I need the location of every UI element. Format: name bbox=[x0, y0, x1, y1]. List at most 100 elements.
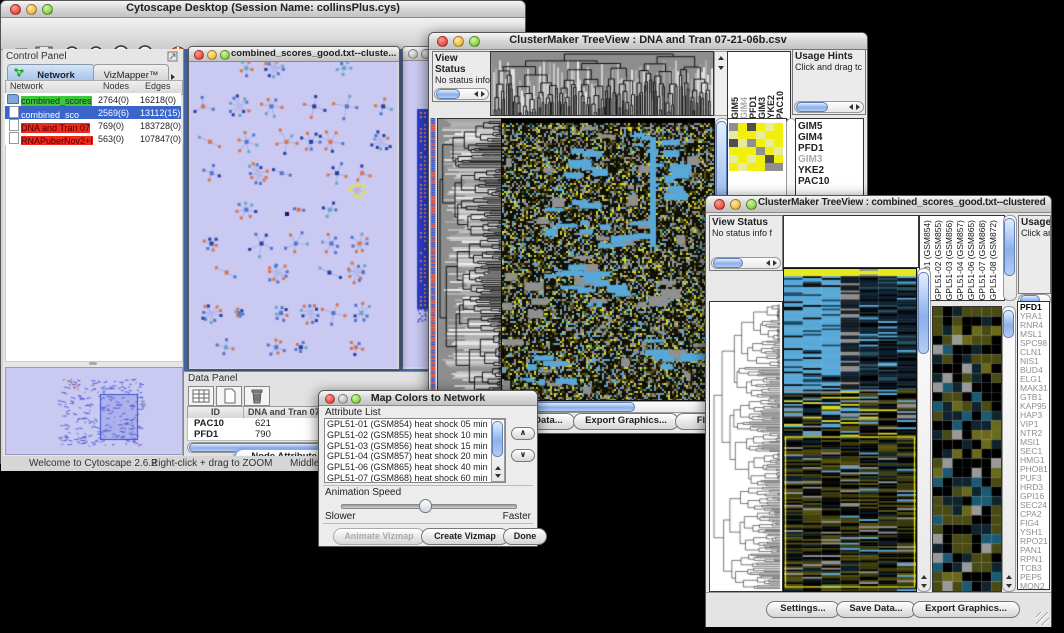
network-window-1-title: combined_scores_good.txt--cluste... bbox=[231, 48, 399, 59]
attribute-list-item[interactable]: GPL51-02 (GSM855) heat shock 10 min bbox=[327, 430, 505, 441]
network-list-row[interactable]: RNAPuberNov2+I563(0)107847(0) bbox=[5, 132, 181, 145]
tv2-zoom-vscrollbar[interactable] bbox=[1002, 306, 1016, 592]
done-button[interactable]: Done bbox=[503, 528, 547, 545]
tab-vizmapper[interactable]: VizMapper™ bbox=[93, 64, 169, 81]
view-status-title: View Status bbox=[433, 52, 490, 75]
matrix-cell bbox=[738, 131, 747, 139]
tv1-gene-label[interactable]: YKE2 bbox=[798, 165, 863, 176]
zoom-button[interactable] bbox=[220, 50, 230, 60]
matrix-cell bbox=[747, 147, 756, 155]
attribute-list[interactable]: GPL51-01 (GSM854) heat shock 05 minGPL51… bbox=[324, 418, 506, 483]
control-panel: Control Panel Network VizMapper™ Network… bbox=[3, 49, 184, 456]
network-list-row[interactable]: DNA and Tran 07769(0)183728(0) bbox=[5, 119, 181, 132]
tv2-gene-label[interactable]: MON2 bbox=[1020, 582, 1049, 590]
network-window-1[interactable]: combined_scores_good.txt--cluste... bbox=[188, 46, 400, 370]
network-canvas[interactable] bbox=[189, 62, 397, 368]
network-name: combined_scores bbox=[21, 96, 92, 106]
tv2-zoom-panel[interactable] bbox=[932, 306, 1002, 592]
tv2-labels-vscrollbar[interactable] bbox=[1003, 215, 1017, 301]
tv2-column-label: GPL51-04 (GSM857) bbox=[955, 220, 966, 300]
matrix-cell bbox=[774, 131, 783, 139]
splitter-handle[interactable] bbox=[89, 362, 97, 365]
attribute-list-item[interactable]: GPL51-07 (GSM868) heat shock 60 min bbox=[327, 473, 505, 483]
document-icon bbox=[9, 106, 19, 118]
resize-grip[interactable] bbox=[1036, 612, 1049, 625]
close-button[interactable] bbox=[714, 199, 725, 210]
network-name: RNAPuberNov2+I bbox=[21, 136, 93, 146]
animate-vizmap-button[interactable]: Animate Vizmap bbox=[333, 528, 425, 545]
matrix-cell bbox=[774, 123, 783, 131]
matrix-cell bbox=[765, 131, 774, 139]
matrix-cell bbox=[729, 139, 738, 147]
tv1-gene-label[interactable]: PAC10 bbox=[798, 176, 863, 187]
tv1-gene-label[interactable]: PFD1 bbox=[798, 143, 863, 154]
tv2-heatmap-vscrollbar[interactable] bbox=[917, 268, 931, 592]
tab-network[interactable]: Network bbox=[7, 64, 95, 81]
tv2-gene-list[interactable]: PFD1YRA1RNR4MSL1SPC98CLN1NIS1BUD4ELG1MAK… bbox=[1017, 301, 1050, 590]
close-button[interactable] bbox=[408, 49, 418, 59]
create-vizmap-button[interactable]: Create Vizmap bbox=[421, 528, 509, 545]
usage-hints-title: Usage Hints bbox=[793, 50, 865, 62]
matrix-cell bbox=[774, 155, 783, 163]
minimize-button[interactable] bbox=[207, 50, 217, 60]
move-up-button[interactable]: ∧ bbox=[511, 427, 535, 440]
export-graphics-button[interactable]: Export Graphics... bbox=[573, 413, 679, 430]
tv1-gene-label[interactable]: GIM3 bbox=[798, 154, 863, 165]
document-icon bbox=[9, 119, 19, 131]
zoom-button[interactable] bbox=[746, 199, 757, 210]
tv1-column-label: YKE2 bbox=[766, 95, 775, 119]
move-down-button[interactable]: ∨ bbox=[511, 449, 535, 462]
matrix-cell bbox=[729, 163, 738, 171]
matrix-cell bbox=[756, 155, 765, 163]
settings-button[interactable]: Settings... bbox=[766, 601, 840, 618]
network-table-empty-area bbox=[5, 145, 183, 362]
tv1-hints-hscrollbar[interactable] bbox=[794, 101, 864, 113]
tv1-similarity-matrix[interactable] bbox=[729, 123, 783, 171]
attribute-table-icon[interactable] bbox=[188, 386, 214, 406]
slider-min-label: Slower bbox=[325, 511, 356, 522]
tv1-gene-label[interactable]: GIM4 bbox=[798, 132, 863, 143]
matrix-cell bbox=[765, 139, 774, 147]
attribute-list-item[interactable]: GPL51-06 (GSM865) heat shock 40 min bbox=[327, 462, 505, 473]
attribute-list-label: Attribute List bbox=[325, 407, 381, 418]
node-count: 769(0) bbox=[98, 121, 140, 131]
tv1-heatmap[interactable] bbox=[501, 118, 715, 401]
attribute-list-item[interactable]: GPL51-04 (GSM857) heat shock 20 min bbox=[327, 451, 505, 462]
network-list-row[interactable]: combined_scores2764(0)16218(0) bbox=[5, 93, 181, 106]
status-welcome: Welcome to Cytoscape 2.6.2 bbox=[29, 458, 157, 469]
network-list-row[interactable]: combined_sco2569(6)13112(15) bbox=[5, 106, 181, 119]
close-button[interactable] bbox=[194, 50, 204, 60]
tv1-column-dendrogram[interactable] bbox=[490, 51, 714, 116]
tv1-row-color-strip bbox=[430, 118, 436, 399]
tv1-status-hscrollbar[interactable] bbox=[434, 88, 489, 100]
matrix-cell bbox=[738, 163, 747, 171]
attribute-list-item[interactable]: GPL51-03 (GSM856) heat shock 15 min bbox=[327, 441, 505, 452]
minimize-button[interactable] bbox=[730, 199, 741, 210]
save-data-button[interactable]: Save Data... bbox=[836, 601, 916, 618]
animation-speed-slider-thumb[interactable] bbox=[419, 499, 432, 513]
matrix-cell bbox=[747, 139, 756, 147]
node-count: 2764(0) bbox=[98, 95, 140, 105]
attribute-list-item[interactable]: GPL51-01 (GSM854) heat shock 05 min bbox=[327, 419, 505, 430]
tv2-status-hscrollbar[interactable] bbox=[711, 257, 781, 269]
tv2-column-label: GPL51-08 (GSM872) bbox=[988, 220, 999, 300]
attribute-list-vscrollbar[interactable] bbox=[491, 419, 505, 482]
edge-count: 13112(15) bbox=[140, 108, 181, 118]
matrix-cell bbox=[756, 147, 765, 155]
document-icon[interactable] bbox=[216, 386, 242, 406]
tv1-usage-hints-panel: Usage Hints Click and drag tc bbox=[792, 49, 866, 115]
tv1-column-scroll-strip[interactable] bbox=[714, 51, 728, 116]
tv2-row-dendrogram[interactable] bbox=[709, 301, 783, 592]
birdseye-view[interactable] bbox=[5, 367, 183, 455]
float-panel-icon[interactable] bbox=[167, 51, 178, 62]
matrix-cell bbox=[729, 123, 738, 131]
tv1-row-dendrogram[interactable] bbox=[437, 118, 502, 401]
tv2-heatmap[interactable] bbox=[783, 268, 917, 592]
trash-icon[interactable] bbox=[244, 386, 270, 406]
main-title-bar[interactable]: Cytoscape Desktop (Session Name: collins… bbox=[1, 1, 525, 18]
tv1-gene-label[interactable]: GIM5 bbox=[798, 121, 863, 132]
treeview2-window: ClusterMaker TreeView : combined_scores_… bbox=[705, 195, 1052, 627]
tv2-column-dendrogram[interactable] bbox=[783, 215, 919, 268]
tv1-column-label: PFD1 bbox=[748, 96, 757, 119]
export-graphics-button[interactable]: Export Graphics... bbox=[912, 601, 1020, 618]
